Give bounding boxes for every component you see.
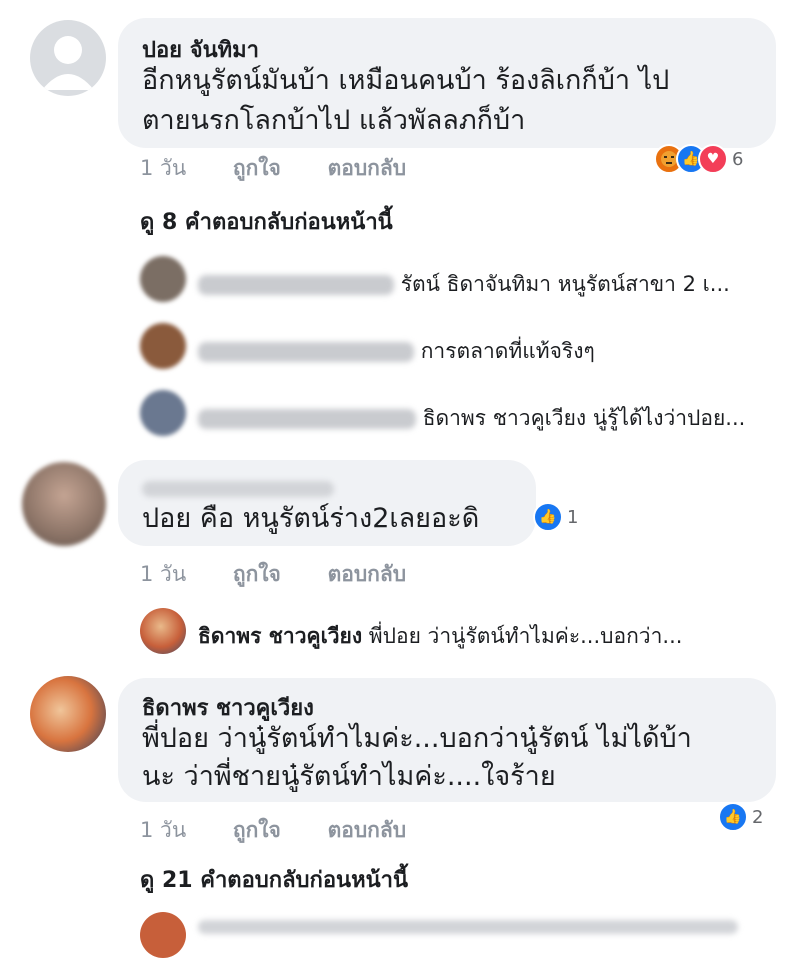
blurred-name [198, 919, 738, 934]
comment-text-line: ตายนรกโลกบ้าไป แล้วพัลลภก็บ้า [142, 105, 526, 136]
view-previous-replies[interactable]: ดู 21 คำตอบกลับก่อนหน้านี้ [140, 862, 408, 897]
reactions-summary[interactable]: 👍 1 [533, 502, 578, 532]
reply-text: พี่ปอย ว่านู่รัตน์ทำไมค่ะ...บอกว่า... [368, 624, 683, 648]
like-link[interactable]: ถูกใจ [233, 156, 281, 180]
reply-link[interactable]: ตอบกลับ [328, 562, 407, 586]
comment-bubble: ปอย คือ หนูรัตน์ร่าง2เลยอะดิ [118, 460, 536, 546]
view-previous-replies[interactable]: ดู 8 คำตอบกลับก่อนหน้านี้ [140, 204, 393, 239]
like-link[interactable]: ถูกใจ [233, 818, 281, 842]
reactions-summary[interactable]: 👍 2 [718, 802, 763, 832]
avatar[interactable] [22, 462, 106, 546]
comment-bubble: ธิดาพร ชาวคูเวียง พี่ปอย ว่านู๋รัตน์ทำไม… [118, 678, 776, 802]
avatar[interactable] [140, 608, 186, 654]
comment-meta: 1 วัน ถูกใจ ตอบกลับ [140, 814, 446, 847]
comment-text-line: พี่ปอย ว่านู๋รัตน์ทำไมค่ะ...บอกว่านู๋รัต… [142, 723, 692, 754]
like-link[interactable]: ถูกใจ [233, 562, 281, 586]
avatar[interactable] [140, 256, 186, 302]
comment-text-line: อีกหนูรัตน์มันบ้า เหมือนคนบ้า ร้องลิเกก็… [142, 65, 670, 96]
blurred-name [198, 275, 394, 295]
comment-text-line: นะ ว่าพี่ชายนู๋รัตน์ทำไมค่ะ....ใจร้าย [142, 761, 556, 792]
avatar[interactable] [140, 912, 186, 958]
comment-time[interactable]: 1 วัน [140, 156, 186, 180]
comment-meta: 1 วัน ถูกใจ ตอบกลับ [140, 558, 446, 591]
reply-link[interactable]: ตอบกลับ [328, 156, 407, 180]
avatar[interactable] [30, 676, 106, 752]
reply-text: รัตน์ ธิดาจันทิมา หนูรัตน์สาขา 2 เ... [400, 272, 730, 296]
default-avatar-icon [42, 36, 94, 90]
avatar-default[interactable] [30, 20, 106, 96]
blurred-name [198, 409, 416, 429]
blurred-name [198, 342, 414, 362]
reply-link[interactable]: ตอบกลับ [328, 818, 407, 842]
comment-time[interactable]: 1 วัน [140, 562, 186, 586]
heart-icon: ♥ [698, 144, 728, 174]
thumbs-up-icon: 👍 [533, 502, 563, 532]
reaction-count: 2 [752, 806, 764, 828]
reactions-summary[interactable]: 👍 ♥ 6 [654, 144, 743, 174]
reaction-count: 1 [567, 506, 579, 528]
reaction-count: 6 [732, 148, 744, 170]
blurred-name [142, 480, 334, 497]
avatar[interactable] [140, 390, 186, 436]
reply-author[interactable]: ธิดาพร ชาวคูเวียง [198, 624, 362, 648]
thumbs-up-icon: 👍 [718, 802, 748, 832]
reply-text: การตลาดที่แท้จริงๆ [420, 339, 595, 363]
comment-author[interactable] [142, 478, 334, 497]
reply-text: ธิดาพร ชาวคูเวียง นู่รู้ได้ไงว่าปอย... [422, 406, 746, 430]
avatar[interactable] [140, 323, 186, 369]
comment-meta: 1 วัน ถูกใจ ตอบกลับ [140, 152, 446, 185]
comment-bubble: ปอย จันทิมา อีกหนูรัตน์มันบ้า เหมือนคนบ้… [118, 18, 776, 148]
cut-off-reply [198, 916, 738, 935]
comment-text-line: ปอย คือ หนูรัตน์ร่าง2เลยอะดิ [142, 503, 480, 534]
comment-time[interactable]: 1 วัน [140, 818, 186, 842]
